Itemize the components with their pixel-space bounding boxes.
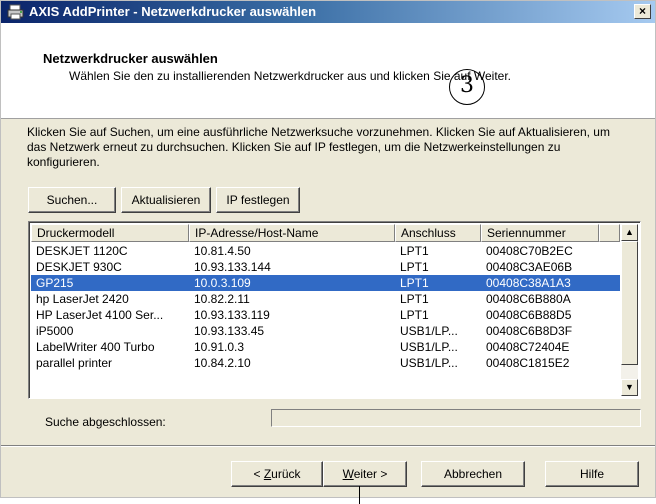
set-ip-button[interactable]: IP festlegen: [216, 187, 300, 213]
cell-serial: 00408C6B8D3F: [486, 324, 573, 338]
cell-port: LPT1: [400, 244, 429, 258]
cell-port: USB1/LP...: [400, 356, 458, 370]
cell-ip: 10.81.4.50: [194, 244, 251, 258]
column-header-filler: [599, 224, 620, 242]
window-title: AXIS AddPrinter - Netzwerkdrucker auswäh…: [29, 4, 317, 19]
cell-serial: 00408C72404E: [486, 340, 570, 354]
table-row[interactable]: DESKJET 930C 10.93.133.144 LPT1 00408C3AE06…: [31, 259, 620, 275]
cell-model: GP215: [36, 276, 74, 290]
cell-serial: 00408C6B880A: [486, 292, 571, 306]
scroll-down-icon[interactable]: ▼: [621, 379, 638, 396]
cell-model: LabelWriter 400 Turbo: [36, 340, 155, 354]
table-row[interactable]: HP LaserJet 4100 Ser... 10.93.133.119 LPT1…: [31, 307, 620, 323]
list-header: Druckermodell IP-Adresse/Host-Name Ansch…: [31, 224, 620, 242]
column-header-port[interactable]: Anschluss: [395, 224, 481, 242]
cell-serial: 00408C38A1A3: [486, 276, 571, 290]
cell-ip: 10.84.2.10: [194, 356, 251, 370]
cell-serial: 00408C3AE06B: [486, 260, 573, 274]
cell-port: LPT1: [400, 292, 429, 306]
next-button-rest: eiter >: [353, 467, 388, 481]
back-button[interactable]: < Zurück: [231, 461, 323, 487]
cell-serial: 00408C70B2EC: [486, 244, 573, 258]
page-subtitle: Wählen Sie den zu installierenden Netzwe…: [69, 69, 512, 83]
cell-model: DESKJET 930C: [36, 260, 122, 274]
footer-divider: [1, 445, 655, 447]
back-button-rest: urück: [271, 467, 301, 481]
column-header-serial[interactable]: Seriennummer: [481, 224, 599, 242]
text-cursor-icon: [359, 486, 360, 504]
cell-ip: 10.93.133.45: [194, 324, 265, 338]
search-progress-bar: [271, 409, 641, 427]
table-row[interactable]: hp LaserJet 2420 10.82.2.11 LPT1 00408C6B88…: [31, 291, 620, 307]
cell-port: USB1/LP...: [400, 324, 458, 338]
cell-ip: 10.91.0.3: [194, 340, 245, 354]
cell-port: LPT1: [400, 260, 429, 274]
search-button[interactable]: Suchen...: [28, 187, 116, 213]
cell-ip: 10.93.133.119: [194, 308, 270, 322]
search-status-label: Suche abgeschlossen:: [45, 415, 166, 429]
cell-ip: 10.93.133.144: [194, 260, 271, 274]
back-button-prefix: <: [253, 467, 264, 481]
cell-model: hp LaserJet 2420: [36, 292, 129, 306]
column-header-ip[interactable]: IP-Adresse/Host-Name: [189, 224, 395, 242]
cell-model: DESKJET 1120C: [36, 244, 128, 258]
help-button[interactable]: Hilfe: [545, 461, 639, 487]
cancel-button[interactable]: Abbrechen: [421, 461, 525, 487]
title-bar[interactable]: AXIS AddPrinter - Netzwerkdrucker auswäh…: [1, 1, 655, 23]
cell-model: iP5000: [36, 324, 74, 338]
cell-model: HP LaserJet 4100 Ser...: [36, 308, 164, 322]
cell-port: LPT1: [400, 276, 429, 290]
page-title: Netzwerkdrucker auswählen: [43, 51, 218, 66]
cell-port: LPT1: [400, 308, 429, 322]
printer-app-icon: [7, 4, 24, 20]
cell-ip: 10.82.2.11: [194, 292, 250, 306]
next-button-accelerator: W: [342, 467, 354, 481]
instructions-text: Klicken Sie auf Suchen, um eine ausführl…: [27, 125, 610, 169]
addprinter-window: AXIS AddPrinter - Netzwerkdrucker auswäh…: [0, 0, 656, 498]
printer-list[interactable]: Druckermodell IP-Adresse/Host-Name Ansch…: [28, 221, 641, 399]
next-button[interactable]: Weiter >: [323, 461, 407, 487]
column-header-model[interactable]: Druckermodell: [31, 224, 189, 242]
scroll-up-icon[interactable]: ▲: [621, 224, 638, 241]
cell-serial: 00408C6B88D5: [486, 308, 572, 322]
cell-port: USB1/LP...: [400, 340, 458, 354]
vertical-scrollbar[interactable]: ▲ ▼: [621, 224, 638, 396]
table-row[interactable]: parallel printer 10.84.2.10 USB1/LP... 0040…: [31, 355, 620, 371]
step-number-badge: 3: [449, 69, 485, 105]
cell-serial: 00408C1815E2: [486, 356, 570, 370]
table-row[interactable]: GP215 10.0.3.109 LPT1 00408C38A1A3: [31, 275, 620, 291]
wizard-header: Netzwerkdrucker auswählen Wählen Sie den…: [1, 23, 655, 119]
scroll-thumb[interactable]: [621, 241, 638, 365]
table-row[interactable]: iP5000 10.93.133.45 USB1/LP... 00408C6B8D3F: [31, 323, 620, 339]
close-button[interactable]: ×: [634, 4, 651, 19]
table-row[interactable]: LabelWriter 400 Turbo 10.91.0.3 USB1/LP...…: [31, 339, 620, 355]
cell-model: parallel printer: [36, 356, 113, 370]
table-row[interactable]: DESKJET 1120C 10.81.4.50 LPT1 00408C70B2EC: [31, 243, 620, 259]
cell-ip: 10.0.3.109: [194, 276, 251, 290]
refresh-button[interactable]: Aktualisieren: [121, 187, 211, 213]
